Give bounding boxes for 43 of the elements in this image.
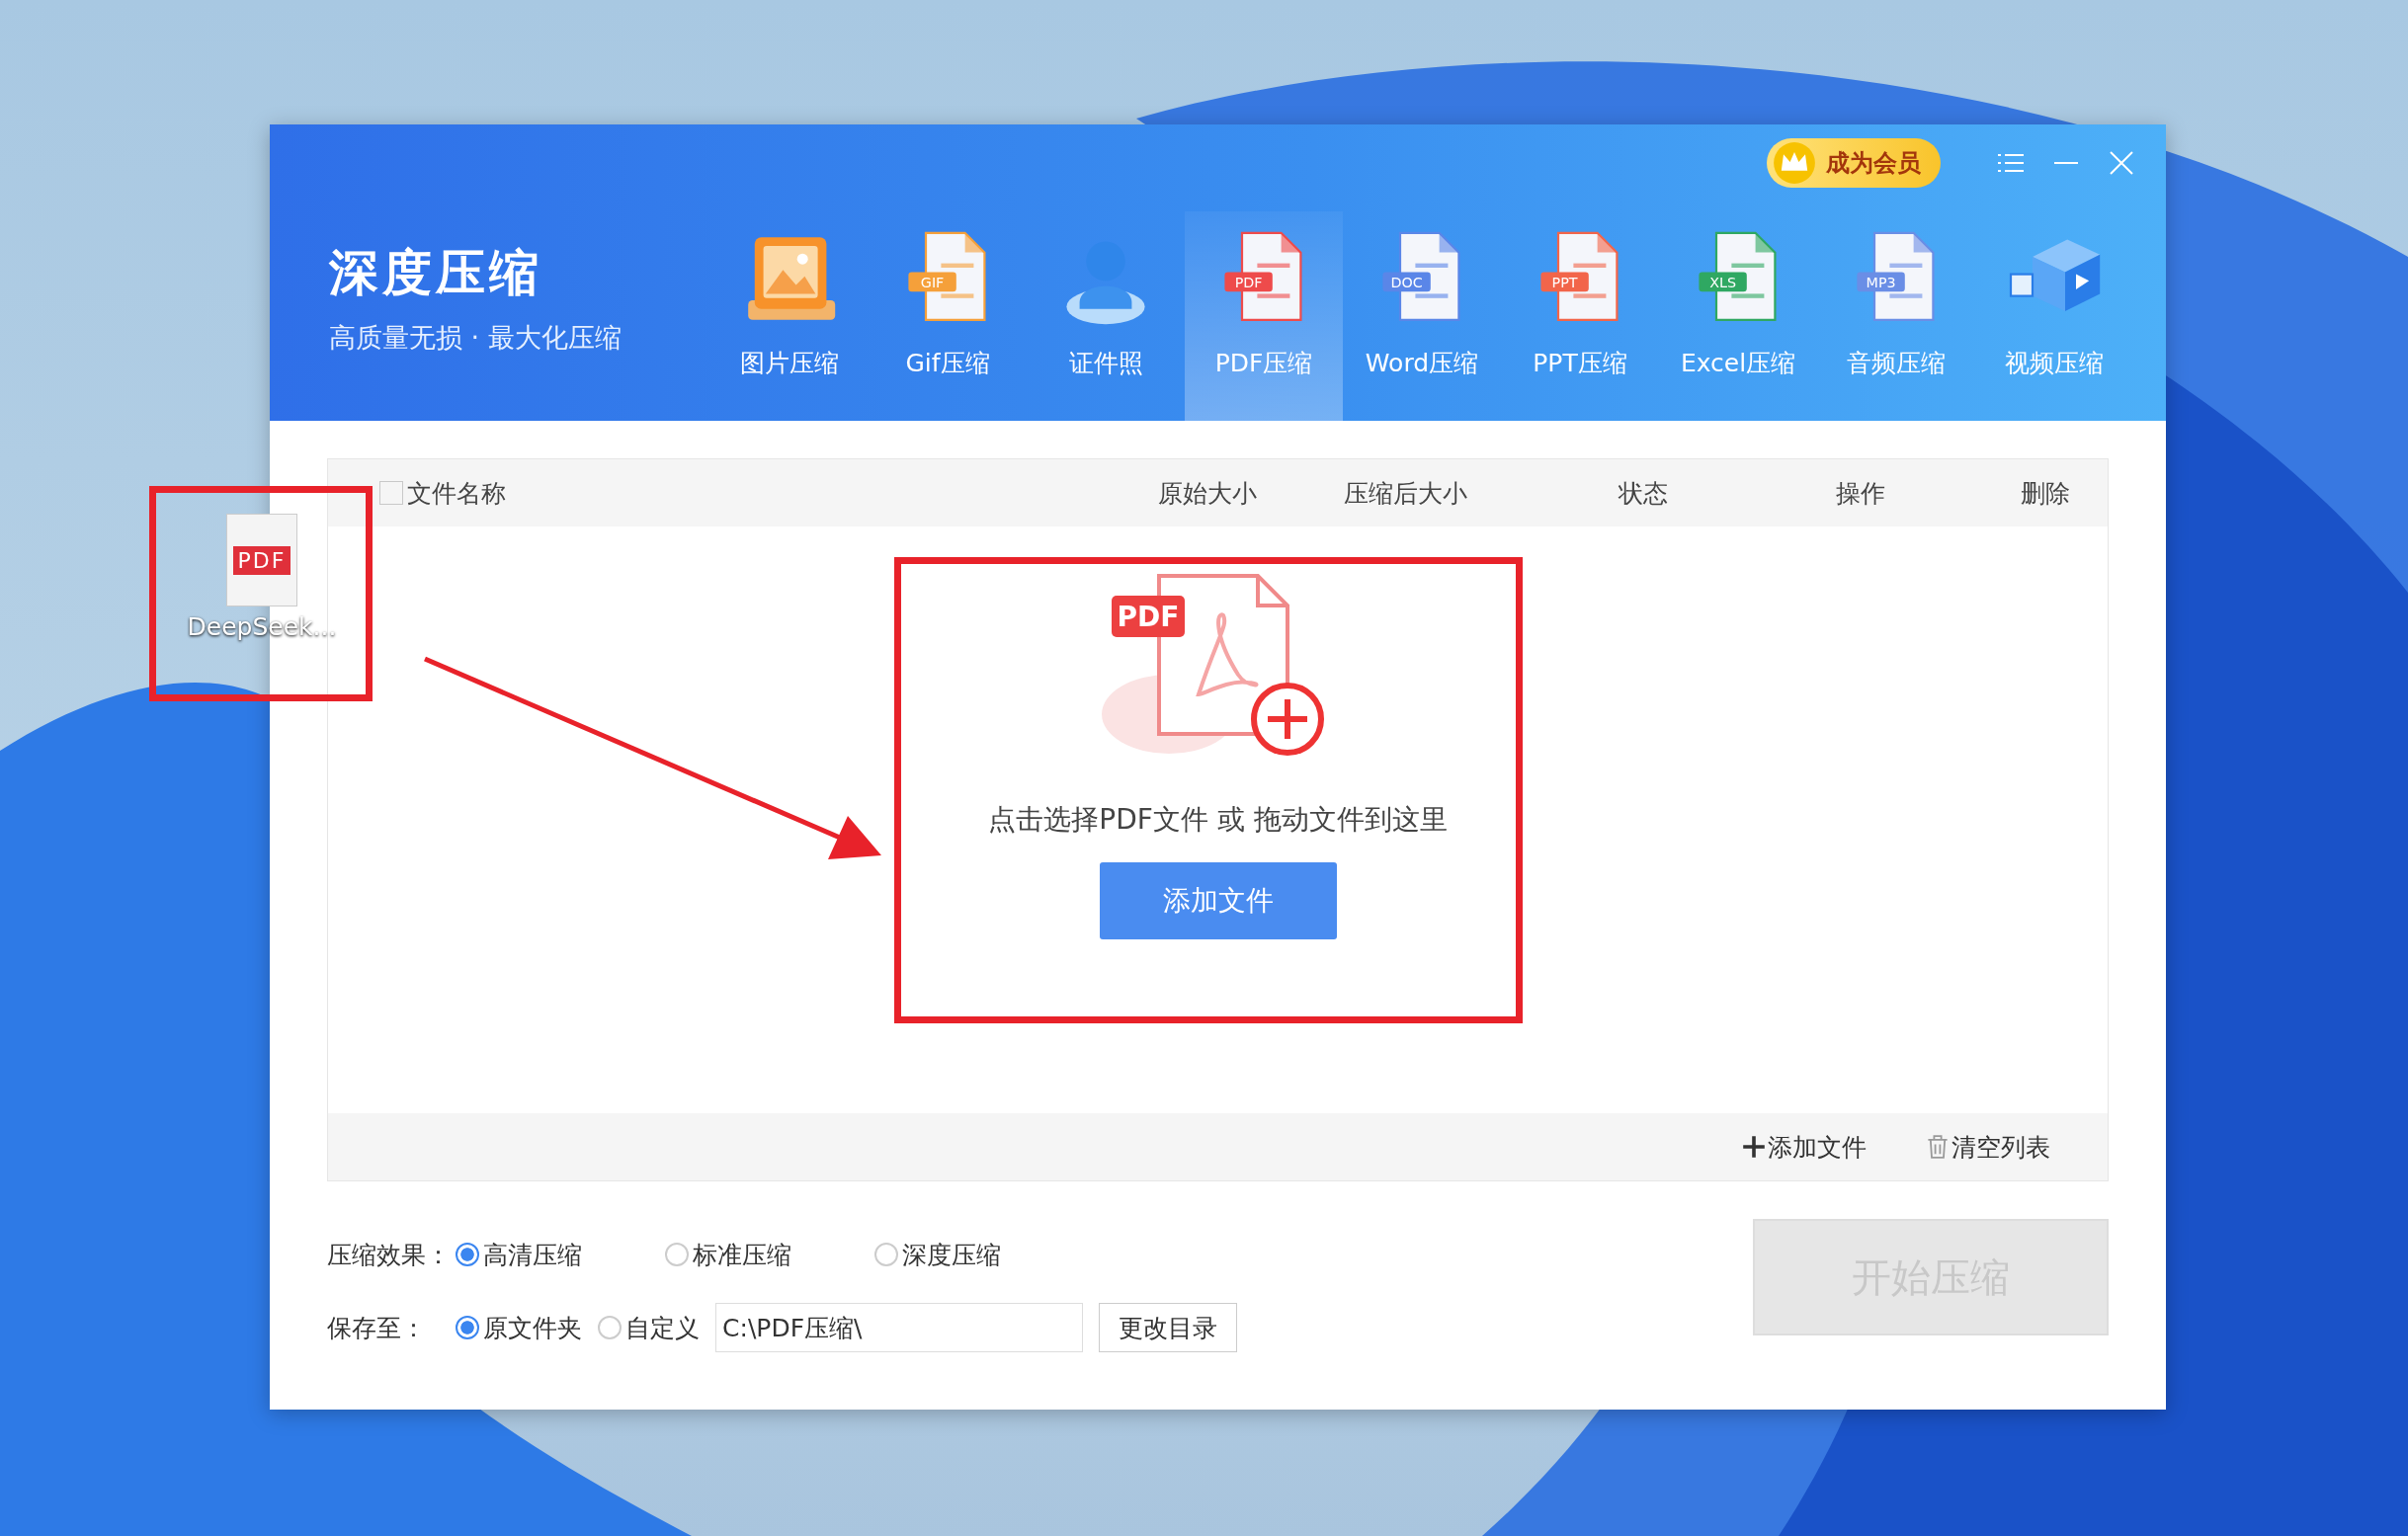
add-file-button[interactable]: 添加文件 xyxy=(1099,862,1337,939)
clear-list-link[interactable]: 清空列表 xyxy=(1926,1130,2050,1164)
save-location-label: 保存至： xyxy=(327,1312,427,1344)
column-header: 文件名称 xyxy=(407,477,506,510)
category-tab[interactable]: XLS Excel压缩 xyxy=(1659,211,1817,421)
path-field[interactable]: C:\PDF压缩\ xyxy=(715,1303,1083,1352)
column-header: 操作 xyxy=(1836,477,1885,510)
save-location-radio[interactable]: 自定义 xyxy=(598,1311,700,1344)
category-tab[interactable]: GIF Gif压缩 xyxy=(869,211,1027,421)
trash-icon xyxy=(1926,1135,1950,1159)
radio-label: 原文件夹 xyxy=(483,1312,582,1344)
drop-hint: 点击选择PDF文件 或 拖动文件到这里 xyxy=(988,802,1448,838)
membership-button[interactable]: 成为会员 xyxy=(1767,138,1941,188)
pdf-badge: PDF xyxy=(232,545,291,575)
pdf-add-drawing: PDF xyxy=(1099,566,1337,764)
radio-label: 标准压缩 xyxy=(693,1239,791,1271)
select-all-checkbox[interactable] xyxy=(379,481,403,505)
compression-radio[interactable]: 标准压缩 xyxy=(665,1238,874,1271)
category-tab[interactable]: MP3 音频压缩 xyxy=(1817,211,1975,421)
radio-label: 自定义 xyxy=(625,1312,700,1344)
crown-icon xyxy=(1773,141,1816,185)
app-tagline: 高质量无损 · 最大化压缩 xyxy=(329,320,623,355)
compression-radio[interactable]: 高清压缩 xyxy=(456,1238,665,1271)
file-name: DeepSeek... xyxy=(187,612,337,641)
column-header: 删除 xyxy=(2021,477,2070,510)
app-title: 深度压缩 xyxy=(329,242,543,303)
change-directory-button[interactable]: 更改目录 xyxy=(1099,1303,1237,1352)
compression-label: 压缩效果： xyxy=(327,1239,452,1271)
category-tab[interactable]: PPT PPT压缩 xyxy=(1501,211,1659,421)
add-file-link[interactable]: 添加文件 xyxy=(1742,1130,1867,1164)
compression-radio[interactable]: 深度压缩 xyxy=(874,1238,1084,1271)
category-tab[interactable]: DOC Word压缩 xyxy=(1343,211,1501,421)
category-tab[interactable]: 图片压缩 xyxy=(710,211,869,421)
save-location-radio[interactable]: 原文件夹 xyxy=(456,1311,582,1344)
column-header: 状态 xyxy=(1619,477,1668,510)
radio-label: 高清压缩 xyxy=(483,1239,582,1271)
plus-icon xyxy=(1742,1135,1766,1159)
category-tab[interactable]: PDF PDF压缩 xyxy=(1185,211,1343,421)
category-tab[interactable]: 视频压缩 xyxy=(1975,211,2133,421)
column-header: 压缩后大小 xyxy=(1344,477,1467,510)
radio-label: 深度压缩 xyxy=(902,1239,1001,1271)
category-tab[interactable]: 证件照 xyxy=(1027,211,1185,421)
column-header: 原始大小 xyxy=(1158,477,1257,510)
